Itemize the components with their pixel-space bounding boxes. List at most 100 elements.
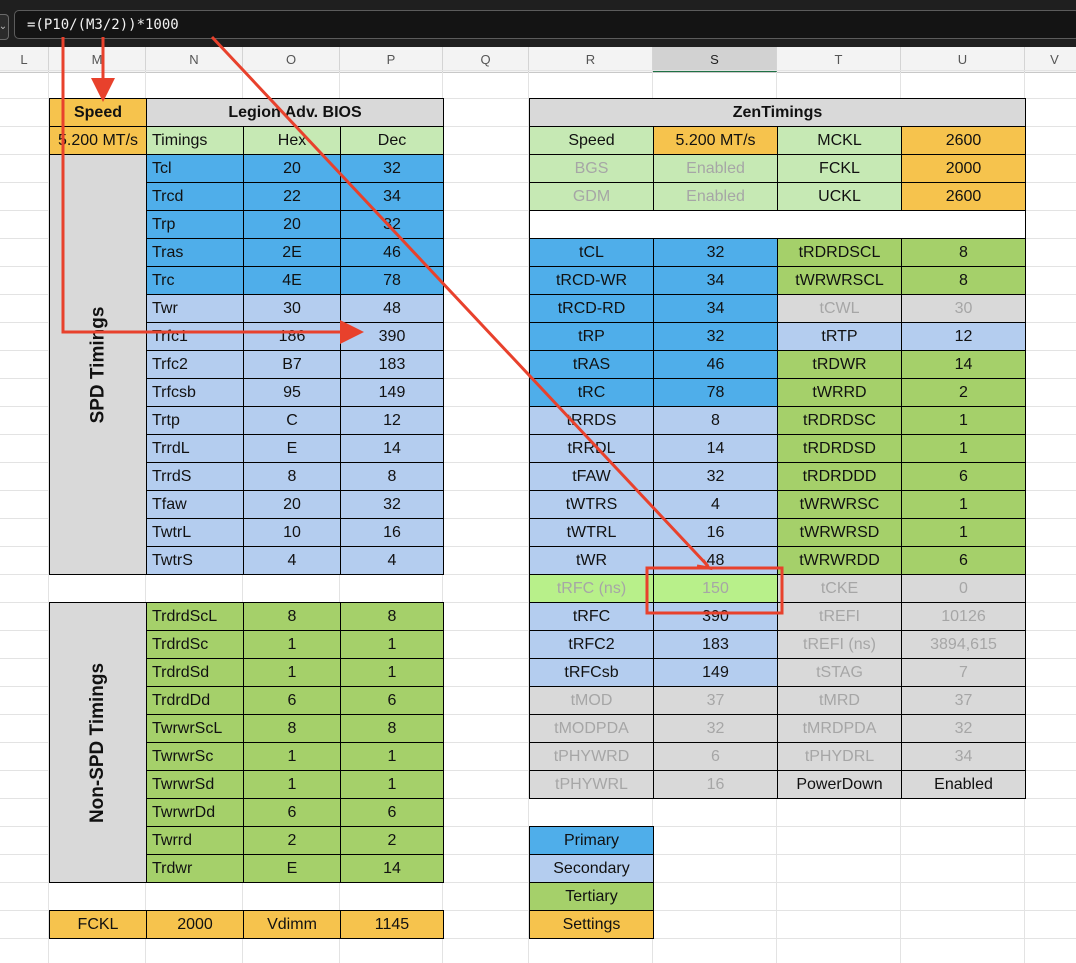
header-timings[interactable]: Timings xyxy=(146,126,244,155)
zen-setting-cell[interactable]: 2600 xyxy=(901,182,1026,211)
non-spd-timing-name[interactable]: TrdrdSc xyxy=(146,630,244,659)
non-spd-timing-dec[interactable]: 8 xyxy=(340,714,444,743)
zen-timing-name[interactable]: tRFC xyxy=(529,602,654,631)
non-spd-timing-hex[interactable]: 1 xyxy=(243,630,341,659)
zen-timing-name[interactable]: tWTRL xyxy=(529,518,654,547)
column-header-r[interactable]: R xyxy=(529,47,653,72)
non-spd-timing-hex[interactable]: E xyxy=(243,854,341,883)
spd-timing-hex[interactable]: 20 xyxy=(243,154,341,183)
zen-timing-name[interactable]: tRRDL xyxy=(529,434,654,463)
zen-timing-name[interactable]: tMOD xyxy=(529,686,654,715)
column-header-l[interactable]: L xyxy=(0,47,49,72)
spd-timing-hex[interactable]: E xyxy=(243,434,341,463)
spd-timing-dec[interactable]: 149 xyxy=(340,378,444,407)
zen-timing-value[interactable]: 46 xyxy=(653,350,778,379)
zen-timing-name[interactable]: tRDRDDD xyxy=(777,462,902,491)
spd-timing-name[interactable]: Tcl xyxy=(146,154,244,183)
non-spd-timing-dec[interactable]: 1 xyxy=(340,658,444,687)
column-header-s[interactable]: S xyxy=(653,47,777,72)
zen-timing-value[interactable]: 34 xyxy=(653,266,778,295)
zen-timing-value[interactable]: 32 xyxy=(653,714,778,743)
spd-timing-name[interactable]: Trc xyxy=(146,266,244,295)
zen-timing-name[interactable]: PowerDown xyxy=(777,770,902,799)
non-spd-timing-hex[interactable]: 1 xyxy=(243,742,341,771)
non-spd-timing-dec[interactable]: 1 xyxy=(340,770,444,799)
spd-timing-dec[interactable]: 14 xyxy=(340,434,444,463)
legion-title[interactable]: Legion Adv. BIOS xyxy=(146,98,444,127)
zen-setting-cell[interactable]: 2000 xyxy=(901,154,1026,183)
zen-timing-value[interactable]: 8 xyxy=(901,266,1026,295)
legend-settings[interactable]: Settings xyxy=(529,910,654,939)
zen-timing-value[interactable]: 183 xyxy=(653,630,778,659)
non-spd-timing-hex[interactable]: 6 xyxy=(243,798,341,827)
zen-timing-name[interactable]: tRDWR xyxy=(777,350,902,379)
zen-timing-value[interactable]: 32 xyxy=(653,238,778,267)
spd-timing-dec[interactable]: 390 xyxy=(340,322,444,351)
spd-timing-dec[interactable]: 183 xyxy=(340,350,444,379)
non-spd-timing-name[interactable]: TrdrdSd xyxy=(146,658,244,687)
zen-setting-cell[interactable]: Speed xyxy=(529,126,654,155)
zen-timing-value[interactable]: 12 xyxy=(901,322,1026,351)
zen-setting-cell[interactable]: GDM xyxy=(529,182,654,211)
zen-timing-value[interactable]: 149 xyxy=(653,658,778,687)
column-header-m[interactable]: M xyxy=(49,47,146,72)
zen-timing-value[interactable]: 16 xyxy=(653,770,778,799)
zen-timing-value[interactable]: 48 xyxy=(653,546,778,575)
non-spd-timing-hex[interactable]: 8 xyxy=(243,602,341,631)
spd-timing-dec[interactable]: 48 xyxy=(340,294,444,323)
spd-timing-hex[interactable]: 20 xyxy=(243,210,341,239)
zen-setting-cell[interactable]: Enabled xyxy=(653,182,778,211)
zen-timing-value[interactable]: 8 xyxy=(901,238,1026,267)
spd-timing-hex[interactable]: C xyxy=(243,406,341,435)
column-header-n[interactable]: N xyxy=(146,47,243,72)
zen-timing-value[interactable]: 4 xyxy=(653,490,778,519)
zen-timing-name[interactable]: tRDRDSCL xyxy=(777,238,902,267)
speed-value[interactable]: 5.200 MT/s xyxy=(49,126,147,155)
non-spd-timing-hex[interactable]: 2 xyxy=(243,826,341,855)
zen-timing-name[interactable]: tRDRDSD xyxy=(777,434,902,463)
spd-timing-hex[interactable]: 20 xyxy=(243,490,341,519)
non-spd-timing-hex[interactable]: 6 xyxy=(243,686,341,715)
zen-timing-name[interactable]: tCL xyxy=(529,238,654,267)
zen-timing-name[interactable]: tRFC (ns) xyxy=(529,574,654,603)
zen-timing-value[interactable]: 6 xyxy=(901,546,1026,575)
spd-timing-name[interactable]: Trfc1 xyxy=(146,322,244,351)
zen-timing-value[interactable]: 34 xyxy=(901,742,1026,771)
spd-timing-dec[interactable]: 78 xyxy=(340,266,444,295)
zen-timing-name[interactable]: tRFC2 xyxy=(529,630,654,659)
non-spd-timing-dec[interactable]: 1 xyxy=(340,630,444,659)
vdimm-label[interactable]: Vdimm xyxy=(243,910,341,939)
spd-timing-hex[interactable]: 4 xyxy=(243,546,341,575)
spd-timing-name[interactable]: Trtp xyxy=(146,406,244,435)
spd-timing-hex[interactable]: 8 xyxy=(243,462,341,491)
expand-chevron-icon[interactable]: ⌄ xyxy=(0,14,9,40)
zen-timing-name[interactable]: tWRWRSC xyxy=(777,490,902,519)
spd-timing-name[interactable]: Trp xyxy=(146,210,244,239)
worksheet-grid[interactable]: Speed 5.200 MT/s Legion Adv. BIOS Timings He… xyxy=(0,70,1076,963)
zen-timing-value[interactable]: 37 xyxy=(901,686,1026,715)
spd-timing-name[interactable]: TrrdS xyxy=(146,462,244,491)
spd-timing-dec[interactable]: 46 xyxy=(340,238,444,267)
zen-timing-value[interactable]: 32 xyxy=(653,462,778,491)
column-header-o[interactable]: O xyxy=(243,47,340,72)
zen-setting-cell[interactable]: MCKL xyxy=(777,126,902,155)
legend-primary[interactable]: Primary xyxy=(529,826,654,855)
spd-timing-dec[interactable]: 32 xyxy=(340,490,444,519)
zen-timing-value[interactable]: 14 xyxy=(653,434,778,463)
zen-timing-name[interactable]: tMRDPDA xyxy=(777,714,902,743)
header-hex[interactable]: Hex xyxy=(243,126,341,155)
zen-setting-cell[interactable]: 2600 xyxy=(901,126,1026,155)
spd-timing-hex[interactable]: 22 xyxy=(243,182,341,211)
zen-timing-value[interactable]: 7 xyxy=(901,658,1026,687)
spd-timing-name[interactable]: TwtrS xyxy=(146,546,244,575)
zen-timing-value[interactable]: 150 xyxy=(653,574,778,603)
non-spd-timing-dec[interactable]: 6 xyxy=(340,798,444,827)
non-spd-timing-name[interactable]: Trdwr xyxy=(146,854,244,883)
column-header-u[interactable]: U xyxy=(901,47,1025,72)
non-spd-timing-hex[interactable]: 1 xyxy=(243,770,341,799)
legend-secondary[interactable]: Secondary xyxy=(529,854,654,883)
zen-timing-name[interactable]: tWTRS xyxy=(529,490,654,519)
non-spd-timing-dec[interactable]: 1 xyxy=(340,742,444,771)
zentimings-title[interactable]: ZenTimings xyxy=(529,98,1026,127)
fckl-value[interactable]: 2000 xyxy=(146,910,244,939)
